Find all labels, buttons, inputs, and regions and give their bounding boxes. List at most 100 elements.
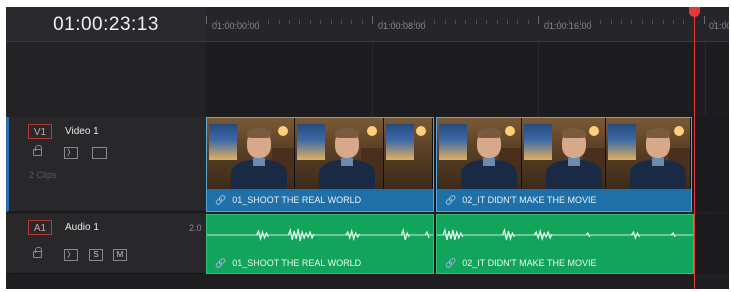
ruler-tick bbox=[268, 20, 269, 24]
mute-button[interactable]: M bbox=[113, 249, 127, 261]
ruler-tick bbox=[341, 20, 342, 24]
solo-button[interactable]: S bbox=[89, 249, 103, 261]
empty-track-area[interactable] bbox=[206, 42, 729, 117]
ruler-tick bbox=[621, 20, 622, 24]
ruler-tick bbox=[289, 20, 290, 24]
ruler-tick bbox=[424, 20, 425, 24]
video-clip[interactable]: 🔗 02_IT DIDN'T MAKE THE MOVIE bbox=[436, 117, 692, 212]
ruler-tick bbox=[569, 20, 570, 24]
ruler-tick bbox=[320, 20, 321, 24]
track-badge-a1[interactable]: A1 bbox=[28, 220, 52, 235]
ruler-tick bbox=[351, 20, 352, 24]
ruler-tick bbox=[310, 20, 311, 24]
ruler-tick bbox=[331, 20, 332, 24]
audio-track-header[interactable]: A1 Audio 1 2.0 〉 S M bbox=[6, 214, 206, 274]
clip-label: 🔗 02_IT DIDN'T MAKE THE MOVIE bbox=[437, 189, 691, 211]
clip-thumbnail bbox=[383, 118, 433, 190]
clip-thumbnail bbox=[606, 118, 691, 190]
auto-select-icon[interactable]: 〉 bbox=[64, 147, 78, 159]
ruler-tick bbox=[216, 20, 217, 24]
ruler-tick bbox=[642, 20, 643, 24]
clip-thumbnails bbox=[207, 118, 433, 190]
clip-thumbnails bbox=[437, 118, 691, 190]
ruler-tick bbox=[517, 20, 518, 24]
video-clip[interactable]: 🔗 01_SHOOT THE REAL WORLD bbox=[206, 117, 434, 212]
ruler-tick bbox=[611, 20, 612, 24]
ruler-label: 01:00:00:00 bbox=[212, 21, 260, 31]
link-icon: 🔗 bbox=[445, 258, 457, 268]
clip-thumbnail bbox=[437, 118, 522, 190]
ruler-tick bbox=[393, 20, 394, 24]
clip-name: 01_SHOOT THE REAL WORLD bbox=[232, 195, 362, 205]
ruler-tick bbox=[206, 16, 207, 24]
audio-level: 2.0 bbox=[189, 223, 202, 233]
ruler-tick bbox=[497, 20, 498, 24]
ruler-tick bbox=[414, 20, 415, 24]
monitor-icon[interactable] bbox=[92, 147, 107, 159]
track-name-video[interactable]: Video 1 bbox=[65, 126, 99, 137]
track-name-audio[interactable]: Audio 1 bbox=[65, 222, 99, 233]
ruler-label: 01:00:08:00 bbox=[378, 21, 426, 31]
clip-thumbnail bbox=[521, 118, 607, 190]
timecode-display[interactable]: 01:00:23:13 bbox=[6, 14, 206, 36]
ruler-tick bbox=[248, 20, 249, 24]
link-icon: 🔗 bbox=[215, 258, 227, 268]
ruler-tick bbox=[434, 20, 435, 24]
timecode-panel: 01:00:23:13 bbox=[6, 7, 206, 42]
link-icon: 🔗 bbox=[215, 195, 227, 205]
ruler-tick bbox=[279, 20, 280, 24]
ruler-tick bbox=[580, 20, 581, 24]
audio-waveform bbox=[207, 227, 433, 242]
ruler-tick bbox=[663, 20, 664, 24]
ruler-tick bbox=[704, 16, 705, 24]
link-icon: 🔗 bbox=[445, 195, 457, 205]
ruler-tick bbox=[631, 20, 632, 24]
ruler-label: 01:00 bbox=[709, 21, 729, 31]
clip-label: 🔗 01_SHOOT THE REAL WORLD bbox=[207, 189, 433, 211]
ruler-tick bbox=[362, 20, 363, 24]
ruler-tick bbox=[455, 20, 456, 24]
audio-clip[interactable]: 🔗 02_IT DIDN'T MAKE THE MOVIE bbox=[436, 214, 694, 274]
ruler-tick bbox=[258, 20, 259, 24]
playhead-line[interactable] bbox=[694, 7, 695, 289]
lock-icon[interactable] bbox=[33, 247, 42, 258]
ruler-tick bbox=[590, 20, 591, 24]
ruler-tick bbox=[382, 20, 383, 24]
clip-label: 🔗 01_SHOOT THE REAL WORLD bbox=[207, 253, 433, 273]
empty-header-area bbox=[6, 42, 206, 117]
ruler-tick bbox=[299, 20, 300, 24]
ruler-tick bbox=[465, 20, 466, 24]
ruler-tick bbox=[683, 20, 684, 24]
ruler-tick bbox=[486, 20, 487, 24]
timeline-ruler[interactable]: 01:00:00:00 01:00:08:00 01:00:16:00 01:0… bbox=[206, 7, 729, 42]
clip-label: 🔗 02_IT DIDN'T MAKE THE MOVIE bbox=[437, 253, 693, 273]
lock-icon[interactable] bbox=[33, 145, 42, 156]
clip-name: 01_SHOOT THE REAL WORLD bbox=[232, 258, 362, 268]
ruler-tick bbox=[528, 20, 529, 24]
timeline-bottom-strip bbox=[6, 274, 729, 289]
audio-waveform bbox=[437, 227, 693, 242]
clip-name: 02_IT DIDN'T MAKE THE MOVIE bbox=[462, 258, 597, 268]
ruler-tick bbox=[652, 20, 653, 24]
clip-thumbnail bbox=[207, 118, 296, 190]
ruler-tick bbox=[476, 20, 477, 24]
ruler-tick bbox=[538, 16, 539, 24]
ruler-tick bbox=[445, 20, 446, 24]
ruler-tick bbox=[673, 20, 674, 24]
ruler-tick bbox=[714, 20, 715, 24]
ruler-tick bbox=[507, 20, 508, 24]
ruler-tick bbox=[559, 20, 560, 24]
clip-name: 02_IT DIDN'T MAKE THE MOVIE bbox=[462, 195, 597, 205]
ruler-tick bbox=[403, 20, 404, 24]
clip-thumbnail bbox=[295, 118, 384, 190]
track-badge-v1[interactable]: V1 bbox=[28, 124, 52, 139]
auto-select-icon[interactable]: 〉 bbox=[64, 249, 78, 261]
ruler-label: 01:00:16:00 bbox=[544, 21, 592, 31]
ruler-tick bbox=[237, 20, 238, 24]
timeline-panel: 01:00:23:13 01:00:00:00 01:00:08:00 01:0… bbox=[6, 7, 729, 289]
clip-count: 2 Clips bbox=[29, 170, 57, 180]
audio-clip[interactable]: 🔗 01_SHOOT THE REAL WORLD bbox=[206, 214, 434, 274]
ruler-tick bbox=[725, 20, 726, 24]
video-track-header[interactable]: V1 Video 1 〉 2 Clips bbox=[6, 117, 206, 212]
ruler-tick bbox=[227, 20, 228, 24]
